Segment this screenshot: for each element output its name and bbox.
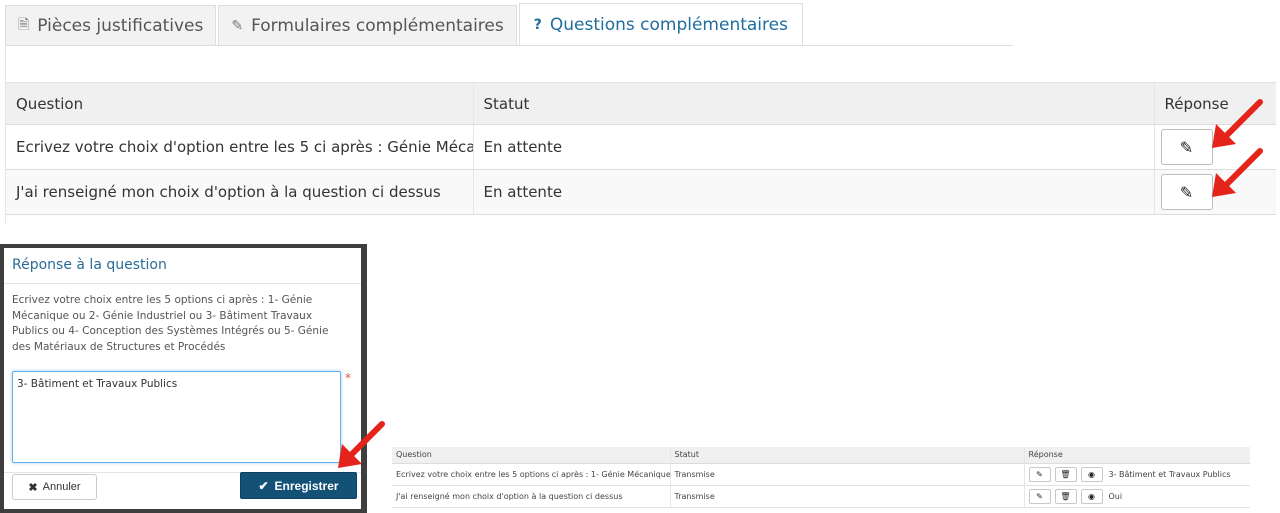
column-header-reponse: Réponse bbox=[1023, 447, 1250, 464]
edit-answer-button[interactable]: ✎ bbox=[1028, 466, 1051, 482]
pencil-icon: ✎ bbox=[1036, 469, 1043, 479]
table-header-row: Question Statut Réponse bbox=[392, 447, 1250, 464]
answer-cell: ✎ 🗑 ◉ Oui bbox=[1023, 485, 1250, 508]
status-cell: Transmise bbox=[669, 485, 1024, 508]
answer-cell: ✎ bbox=[1153, 124, 1276, 170]
question-icon: ? bbox=[533, 16, 542, 33]
modal-divider bbox=[4, 283, 361, 284]
table-row: Ecrivez votre choix d'option entre les 5… bbox=[6, 124, 1276, 170]
edit-answer-button[interactable]: ✎ bbox=[1160, 129, 1213, 165]
eye-icon: ◉ bbox=[1088, 491, 1095, 501]
screenshot-collage: 🗎 Pièces justificatives ✎ Formulaires co… bbox=[0, 0, 1280, 513]
table-header-row: Question Statut Réponse bbox=[6, 82, 1276, 125]
table-row: J'ai renseigné mon choix d'option à la q… bbox=[6, 169, 1276, 215]
edit-answer-button[interactable]: ✎ bbox=[1028, 488, 1051, 504]
delete-answer-button[interactable]: 🗑 bbox=[1054, 488, 1077, 504]
close-icon: ✖ bbox=[28, 481, 38, 494]
answer-value: 3- Bâtiment et Travaux Publics bbox=[1108, 469, 1231, 479]
pencil-icon: ✎ bbox=[1036, 491, 1043, 501]
cancel-label: Annuler bbox=[42, 481, 81, 493]
column-header-statut: Statut bbox=[669, 447, 1024, 464]
question-cell: J'ai renseigné mon choix d'option à la q… bbox=[6, 169, 473, 215]
answer-value: Oui bbox=[1108, 491, 1123, 501]
save-label: Enregistrer bbox=[274, 478, 339, 493]
status-cell: En attente bbox=[472, 124, 1154, 170]
trash-icon: 🗑 bbox=[1060, 491, 1071, 501]
question-cell: Ecrivez votre choix entre les 5 options … bbox=[392, 463, 670, 486]
question-cell: J'ai renseigné mon choix d'option à la q… bbox=[392, 485, 670, 508]
status-cell: Transmise bbox=[669, 463, 1024, 486]
answer-modal: Réponse à la question Ecrivez votre choi… bbox=[0, 244, 367, 513]
pencil-icon: ✎ bbox=[1179, 182, 1194, 202]
answer-textarea[interactable]: 3- Bâtiment et Travaux Publics bbox=[12, 371, 341, 463]
delete-answer-button[interactable]: 🗑 bbox=[1054, 466, 1077, 482]
save-button[interactable]: ✔ Enregistrer bbox=[240, 472, 357, 499]
tab-questions-complementaires[interactable]: ? Questions complémentaires bbox=[518, 3, 803, 45]
tab-label: Pièces justificatives bbox=[37, 15, 204, 36]
column-header-question: Question bbox=[392, 447, 670, 464]
trash-icon: 🗑 bbox=[1060, 469, 1071, 479]
view-answer-button[interactable]: ◉ bbox=[1080, 466, 1103, 482]
check-icon: ✔ bbox=[258, 478, 269, 493]
column-header-reponse: Réponse bbox=[1153, 82, 1276, 125]
tab-formulaires-complementaires[interactable]: ✎ Formulaires complémentaires bbox=[218, 5, 517, 45]
edit-answer-button[interactable]: ✎ bbox=[1160, 174, 1213, 210]
tab-bar: 🗎 Pièces justificatives ✎ Formulaires co… bbox=[5, 3, 805, 45]
cancel-button[interactable]: ✖ Annuler bbox=[12, 474, 97, 500]
table-row: Ecrivez votre choix entre les 5 options … bbox=[392, 463, 1250, 486]
result-table: Question Statut Réponse Ecrivez votre ch… bbox=[392, 447, 1250, 508]
tab-label: Formulaires complémentaires bbox=[251, 15, 504, 36]
answer-cell: ✎ bbox=[1153, 169, 1276, 215]
question-cell: Ecrivez votre choix d'option entre les 5… bbox=[6, 124, 473, 170]
document-icon: 🗎 bbox=[18, 16, 30, 33]
result-table-panel: Question Statut Réponse Ecrivez votre ch… bbox=[392, 447, 1250, 508]
status-cell: En attente bbox=[472, 169, 1154, 215]
questions-panel: Question Statut Réponse Ecrivez votre ch… bbox=[5, 45, 1280, 223]
column-header-question: Question bbox=[6, 82, 473, 125]
view-answer-button[interactable]: ◉ bbox=[1080, 488, 1103, 504]
table-row: J'ai renseigné mon choix d'option à la q… bbox=[392, 485, 1250, 508]
eye-icon: ◉ bbox=[1088, 469, 1095, 479]
modal-question-text: Ecrivez votre choix entre les 5 options … bbox=[12, 294, 329, 353]
tab-pieces-justificatives[interactable]: 🗎 Pièces justificatives bbox=[5, 5, 217, 45]
column-header-statut: Statut bbox=[472, 82, 1154, 125]
pencil-icon: ✎ bbox=[1179, 137, 1194, 157]
tab-label: Questions complémentaires bbox=[549, 14, 788, 35]
required-marker: * bbox=[345, 371, 351, 385]
answer-cell: ✎ 🗑 ◉ 3- Bâtiment et Travaux Publics bbox=[1023, 463, 1250, 486]
edit-form-icon: ✎ bbox=[231, 17, 244, 34]
questions-table: Question Statut Réponse Ecrivez votre ch… bbox=[6, 82, 1276, 215]
modal-title: Réponse à la question bbox=[12, 257, 167, 273]
